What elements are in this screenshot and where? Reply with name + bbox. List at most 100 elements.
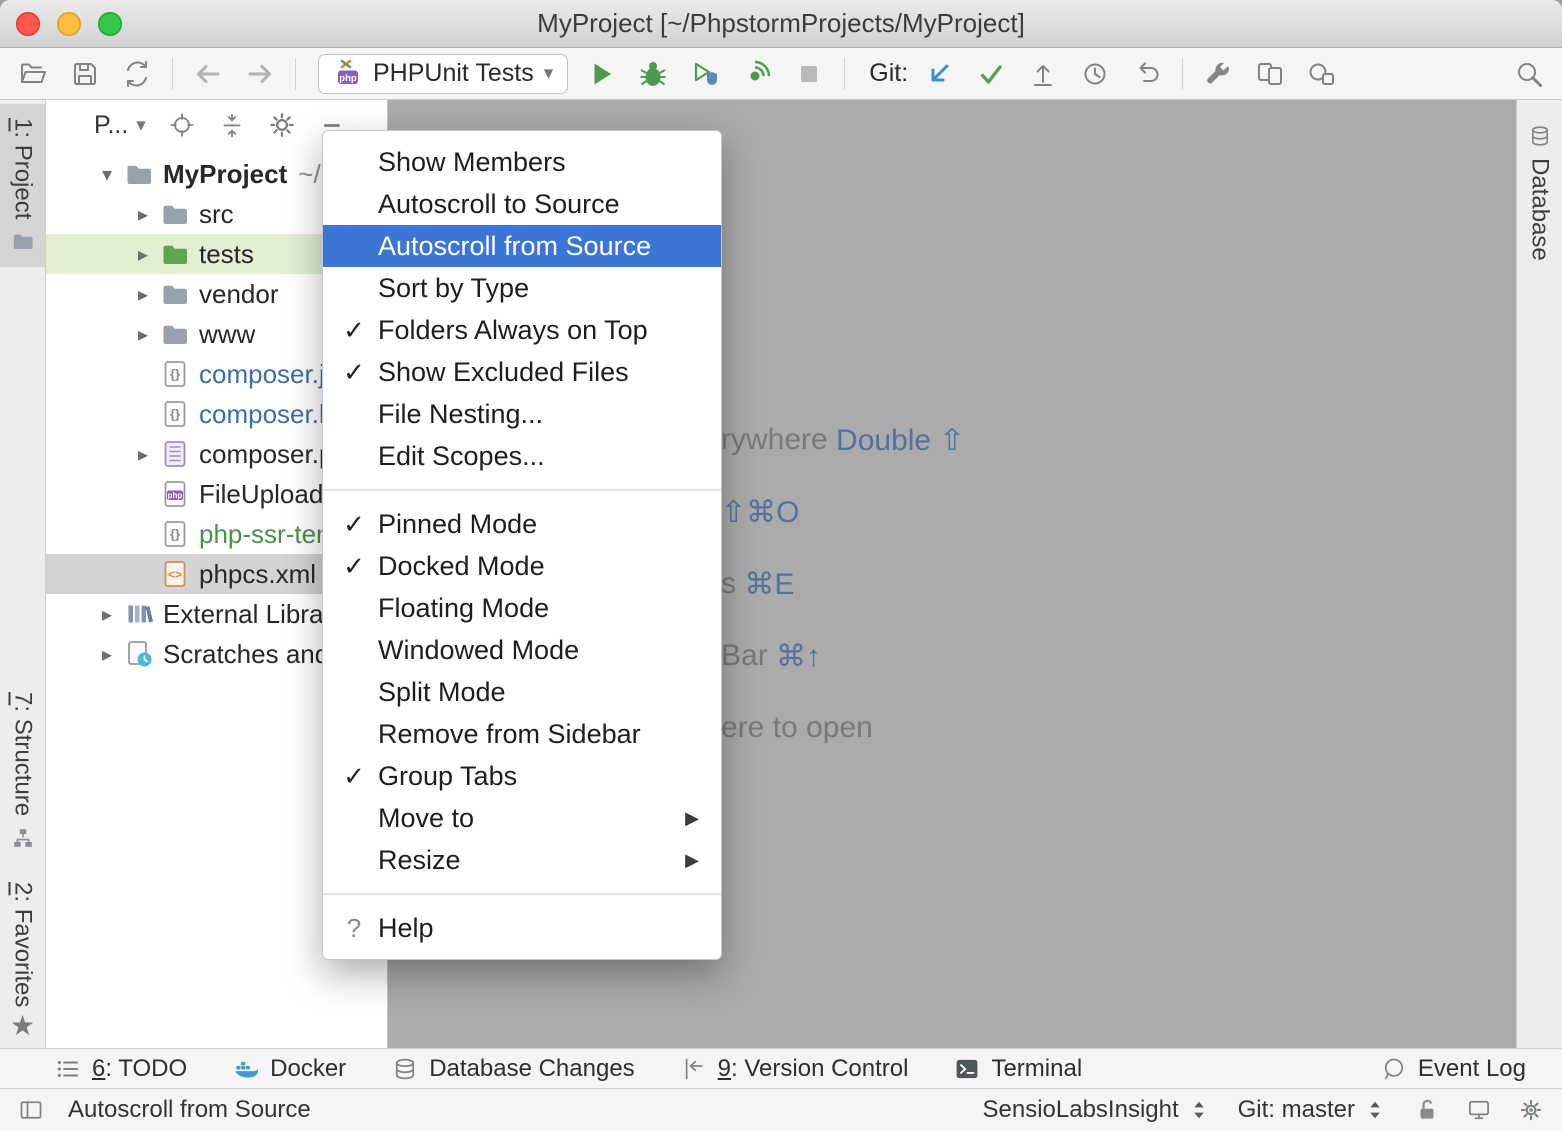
menu-item-autoscroll-to-source[interactable]: Autoscroll to Source [323,183,721,225]
folder-icon [160,279,190,309]
toolbar-separator [1182,58,1183,90]
toolwindow-button-docker[interactable]: Docker [233,1055,346,1083]
editor-shortcut-hints: rywhere Double ⇧⇧⌘Os ⌘EBar ⌘↑ere to open [721,404,965,764]
menu-item-docked-mode[interactable]: ✓Docked Mode [323,545,721,587]
hector-status-button[interactable] [1518,1097,1544,1123]
coverage-icon [690,59,720,89]
back-button[interactable] [189,55,227,93]
git-rollback-button[interactable] [1128,55,1166,93]
unlock-status-button[interactable] [1414,1097,1440,1123]
debug-button[interactable] [634,55,672,93]
ide-window: MyProject [~/PhpstormProjects/MyProject]… [0,0,1562,1131]
menu-item-group-tabs[interactable]: ✓Group Tabs [323,755,721,797]
git-history-button[interactable] [1076,55,1114,93]
toolwindow-button-terminal[interactable]: Terminal [954,1055,1082,1083]
run-configuration-select[interactable]: php PHPUnit Tests ▾ [318,54,568,94]
save-icon [70,59,100,89]
editor-shortcut-hint: s ⌘E [721,548,965,620]
menu-item-autoscroll-from-source[interactable]: Autoscroll from Source [323,225,721,267]
chevron-right-icon[interactable]: ▸ [126,202,160,227]
chevron-right-icon[interactable]: ▸ [126,442,160,467]
status-widget-git-master[interactable]: Git: master [1238,1096,1388,1124]
menu-item-resize[interactable]: Resize▶ [323,839,721,881]
project-view-title[interactable]: P... [94,111,128,140]
run-button[interactable] [582,55,620,93]
stripe-label: 7: Structure [9,692,37,816]
forward-button[interactable] [241,55,279,93]
menu-item-folders-always-on-top[interactable]: ✓Folders Always on Top [323,309,721,351]
menu-item-show-excluded-files[interactable]: ✓Show Excluded Files [323,351,721,393]
profiler-button[interactable] [738,55,776,93]
toolwindow-button-9-version-control[interactable]: 9: Version Control [681,1055,909,1083]
chevron-right-icon[interactable]: ▸ [90,602,124,627]
status-widget-sensiolabsinsight[interactable]: SensioLabsInsight [983,1096,1212,1124]
save-button[interactable] [66,55,104,93]
chevron-right-icon[interactable]: ▸ [90,642,124,667]
checkmark-icon: ✓ [335,761,373,792]
phar-icon [160,439,190,469]
stripe-label: Database [1526,158,1554,261]
wrench-button[interactable] [1199,55,1237,93]
checkmark-icon: ✓ [335,357,373,388]
project-view-dropdown-icon[interactable]: ▾ [136,114,146,137]
forward-icon [245,59,275,89]
hector-icon [1518,1097,1544,1123]
sync-button[interactable] [118,55,156,93]
zoom-button[interactable] [98,12,122,36]
open-folder-button[interactable] [14,55,52,93]
tree-item-label: src [199,199,234,230]
editor-shortcut-hint: ⇧⌘O [721,476,965,548]
monitor-status-button[interactable] [1466,1097,1492,1123]
menu-item-pinned-mode[interactable]: ✓Pinned Mode [323,503,721,545]
menu-item-remove-from-sidebar[interactable]: Remove from Sidebar [323,713,721,755]
gear-options-popup-menu: Show MembersAutoscroll to SourceAutoscro… [322,130,722,960]
minimize-button[interactable] [57,12,81,36]
menu-separator [323,893,721,895]
toolwindow-button-label: Event Log [1418,1055,1526,1083]
scratches-icon [124,639,154,669]
toolwindow-toggle-icon[interactable] [18,1097,44,1123]
menu-item-sort-by-type[interactable]: Sort by Type [323,267,721,309]
toolwindow-button-6-todo[interactable]: 6: TODO [55,1055,187,1083]
gear-button[interactable] [266,109,298,141]
stop-button[interactable] [790,55,828,93]
git-update-button[interactable] [920,55,958,93]
chevron-down-icon[interactable]: ▾ [90,162,124,187]
menu-item-show-members[interactable]: Show Members [323,141,721,183]
diff-button[interactable] [1251,55,1289,93]
coverage-button[interactable] [686,55,724,93]
menu-item-file-nesting[interactable]: File Nesting... [323,393,721,435]
close-button[interactable] [16,12,40,36]
search-button[interactable] [1510,55,1548,93]
locate-button[interactable] [166,109,198,141]
menu-item-label: Move to [378,803,474,834]
menu-item-split-mode[interactable]: Split Mode [323,671,721,713]
git-commit-icon [976,59,1006,89]
menu-item-floating-mode[interactable]: Floating Mode [323,587,721,629]
hint-shortcut: ⌘E [744,567,794,602]
toolwindow-stripe-structure[interactable]: 7: Structure [0,678,45,864]
toolwindow-button-event-log[interactable]: Event Log [1381,1055,1526,1083]
menu-item-help[interactable]: ?Help [323,907,721,949]
toolwindow-stripe-favorites[interactable]: 2: Favorites [0,868,45,1021]
project-panel-actions [166,109,348,141]
toolwindow-stripe-project[interactable]: 1: Project [0,104,45,267]
json-icon: {} [160,359,190,389]
search-icon [1514,59,1544,89]
json-icon: {} [160,519,190,549]
toolwindow-stripe-database[interactable]: Database [1517,110,1562,275]
remote-button[interactable] [1303,55,1341,93]
collapse-all-button[interactable] [216,109,248,141]
menu-item-move-to[interactable]: Move to▶ [323,797,721,839]
toolwindow-button-database-changes[interactable]: Database Changes [392,1055,634,1083]
menu-item-label: Resize [378,845,461,876]
git-push-button[interactable] [1024,55,1062,93]
chevron-right-icon[interactable]: ▸ [126,282,160,307]
menu-item-label: Help [378,913,434,944]
chevron-right-icon[interactable]: ▸ [126,242,160,267]
svg-text:{}: {} [170,367,180,382]
menu-item-windowed-mode[interactable]: Windowed Mode [323,629,721,671]
chevron-right-icon[interactable]: ▸ [126,322,160,347]
git-commit-button[interactable] [972,55,1010,93]
menu-item-edit-scopes[interactable]: Edit Scopes... [323,435,721,477]
